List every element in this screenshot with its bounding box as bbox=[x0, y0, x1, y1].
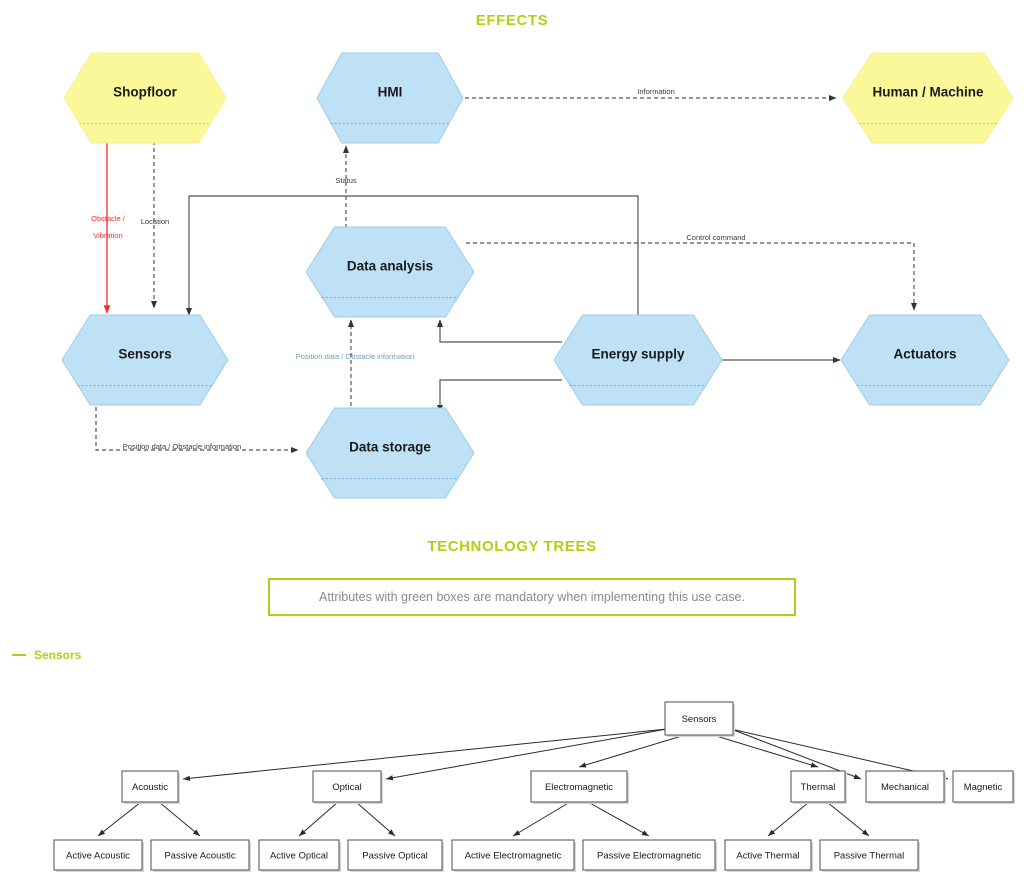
box-label: Passive Optical bbox=[362, 851, 427, 862]
tree-edge-root-thermal bbox=[712, 734, 819, 768]
tree-node-active-optical[interactable]: Active Optical bbox=[258, 839, 341, 872]
tree-node-passive-thermal[interactable]: Passive Thermal bbox=[819, 839, 920, 872]
tree-node-optical[interactable]: Optical bbox=[312, 770, 383, 804]
box-label: Electromagnetic bbox=[545, 782, 613, 793]
tree-nodes: Sensors Acoustic Optical Electromagnetic The… bbox=[53, 701, 1015, 872]
tree-node-active-thermal[interactable]: Active Thermal bbox=[724, 839, 813, 872]
tree-node-active-acoustic[interactable]: Active Acoustic bbox=[53, 839, 144, 872]
tree-edge-electromagnetic-active-electromagnetic bbox=[512, 801, 571, 837]
box-label: Passive Electromagnetic bbox=[597, 851, 701, 862]
box-label: Active Optical bbox=[270, 851, 328, 862]
tree-node-electromagnetic[interactable]: Electromagnetic bbox=[530, 770, 629, 804]
tree-edge-optical-passive-optical bbox=[355, 801, 396, 837]
box-label: Thermal bbox=[801, 782, 836, 793]
tree-node-active-electromagnetic[interactable]: Active Electromagnetic bbox=[451, 839, 576, 872]
tree-node-acoustic[interactable]: Acoustic bbox=[121, 770, 180, 804]
box-label: Mechanical bbox=[881, 782, 929, 793]
tree-node-passive-optical[interactable]: Passive Optical bbox=[347, 839, 444, 872]
tree-node-magnetic[interactable]: Magnetic bbox=[952, 770, 1015, 804]
box-label: Active Electromagnetic bbox=[465, 851, 562, 862]
box-label: Sensors bbox=[682, 714, 717, 725]
box-label: Passive Thermal bbox=[834, 851, 905, 862]
tree-edge-thermal-active-thermal bbox=[767, 801, 810, 837]
box-label: Passive Acoustic bbox=[164, 851, 236, 862]
tree-edge-thermal-passive-thermal bbox=[826, 801, 870, 837]
tree-node-mechanical[interactable]: Mechanical bbox=[865, 770, 946, 804]
page-root: EFFECTS Shopfloor HMI Human / Machine Se… bbox=[0, 0, 1024, 881]
box-label: Active Acoustic bbox=[66, 851, 130, 862]
sensors-technology-tree: Sensors Acoustic Optical Electromagnetic The… bbox=[53, 701, 1015, 872]
tree-node-sensors-root[interactable]: Sensors bbox=[664, 701, 735, 737]
tree-edge-electromagnetic-passive-electromagnetic bbox=[587, 801, 650, 837]
box-label: Acoustic bbox=[132, 782, 168, 793]
box-label: Active Thermal bbox=[736, 851, 799, 862]
box-label: Magnetic bbox=[964, 782, 1003, 793]
tree-edge-optical-active-optical bbox=[298, 801, 339, 837]
tree-node-passive-acoustic[interactable]: Passive Acoustic bbox=[150, 839, 251, 872]
tree-edge-acoustic-passive-acoustic bbox=[158, 801, 201, 837]
tree-edge-root-electromagnetic bbox=[578, 734, 686, 768]
tree-edge-acoustic-active-acoustic bbox=[97, 801, 142, 837]
tree-node-thermal[interactable]: Thermal bbox=[790, 770, 847, 804]
tree-node-passive-electromagnetic[interactable]: Passive Electromagnetic bbox=[582, 839, 717, 872]
box-label: Optical bbox=[332, 782, 362, 793]
